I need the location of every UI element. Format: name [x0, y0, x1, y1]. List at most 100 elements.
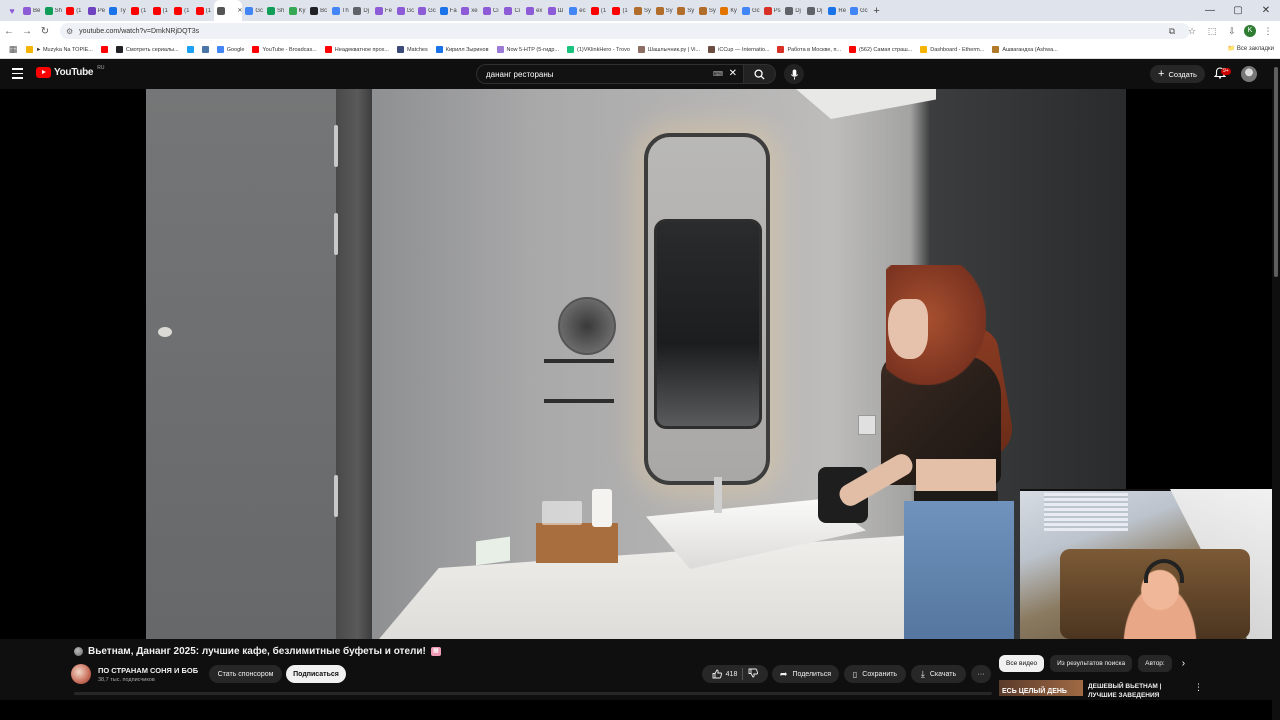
bookmark-item[interactable]: (1)VKlinkHero - Trovo: [563, 43, 634, 57]
browser-tab[interactable]: Ci: [501, 0, 523, 21]
filter-chip[interactable]: Все видео: [999, 655, 1045, 672]
recommended-video-title[interactable]: ДЕШЕВЫЙ ВЬЕТНАМ | ЛУЧШИЕ ЗАВЕДЕНИЯ: [1088, 682, 1178, 700]
browser-tab[interactable]: Ps: [761, 0, 783, 21]
save-button[interactable]: ▯ Сохранить: [844, 665, 906, 683]
profile-avatar[interactable]: K: [1244, 25, 1256, 37]
subscribe-button[interactable]: Подписаться: [286, 665, 346, 683]
browser-tab[interactable]: Be: [20, 0, 42, 21]
browser-tab[interactable]: Ky: [286, 0, 308, 21]
browser-tab[interactable]: Dj: [804, 0, 826, 21]
tab-search-icon[interactable]: ♥: [4, 6, 20, 16]
menu-icon[interactable]: [12, 68, 23, 79]
more-actions-button[interactable]: ···: [971, 665, 991, 683]
browser-tab[interactable]: Sy: [653, 0, 675, 21]
browser-tab[interactable]: Dj: [350, 0, 372, 21]
browser-tab[interactable]: (1: [150, 0, 172, 21]
join-sponsor-button[interactable]: Стать спонсором: [209, 665, 282, 683]
address-bar[interactable]: ⚙ youtube.com/watch?v=DmkNRjDQT3s: [60, 23, 1190, 39]
bookmark-item[interactable]: [97, 43, 112, 57]
extensions-icon[interactable]: ⬚: [1204, 23, 1220, 39]
bookmark-item[interactable]: iCCup — Internatio...: [704, 43, 773, 57]
video-progress-bar[interactable]: [74, 692, 992, 695]
chrome-menu-icon[interactable]: ⋮: [1260, 23, 1276, 39]
search-button[interactable]: [744, 64, 776, 84]
install-app-icon[interactable]: ⧉: [1164, 23, 1180, 39]
chips-next-arrow-icon[interactable]: ›: [1182, 658, 1185, 669]
browser-tab[interactable]: Fe: [372, 0, 394, 21]
account-avatar[interactable]: [1241, 66, 1257, 82]
browser-tab[interactable]: Pe: [85, 0, 107, 21]
browser-tab[interactable]: Sh: [264, 0, 286, 21]
dislike-button[interactable]: [748, 668, 759, 680]
create-button[interactable]: + Создать: [1150, 65, 1205, 83]
browser-tab[interactable]: Ty: [106, 0, 128, 21]
browser-tab[interactable]: Th: [329, 0, 351, 21]
recommended-video-thumbnail[interactable]: ЕСЬ ЦЕЛЫЙ ДЕНЬ: [999, 680, 1083, 696]
like-button[interactable]: 418: [712, 669, 737, 679]
bookmark-item[interactable]: Ашвагандха (Ashwa...: [988, 43, 1061, 57]
bookmark-item[interactable]: Now 5-HTP (5-гидр...: [493, 43, 564, 57]
bookmark-item[interactable]: YouTube - Broadcas...: [248, 43, 320, 57]
browser-tab[interactable]: Ку: [717, 0, 739, 21]
bookmark-item[interactable]: ► Muzyka Na TOPIE...: [22, 43, 97, 57]
browser-tab[interactable]: Sh: [42, 0, 64, 21]
bookmark-item[interactable]: Кирилл Зыринов: [432, 43, 493, 57]
voice-search-button[interactable]: [784, 64, 804, 84]
scrollbar-thumb[interactable]: [1274, 67, 1278, 277]
bookmark-item[interactable]: Смотреть сериалы...: [112, 43, 183, 57]
bookmark-item[interactable]: Matches: [393, 43, 432, 57]
browser-tab[interactable]: Ш: [545, 0, 567, 21]
browser-tab[interactable]: ec: [566, 0, 588, 21]
maximize-button[interactable]: ▢: [1224, 0, 1252, 21]
downloads-icon[interactable]: ⇩: [1224, 23, 1240, 39]
browser-tab[interactable]: Sy: [674, 0, 696, 21]
browser-tab[interactable]: (1: [128, 0, 150, 21]
bookmark-item[interactable]: Работа в Москве, п...: [773, 43, 845, 57]
minimize-button[interactable]: —: [1196, 0, 1224, 21]
browser-tab-active[interactable]: ✕: [214, 0, 243, 21]
bookmark-item[interactable]: Dashboard - Etherm...: [916, 43, 988, 57]
browser-tab[interactable]: Sy: [696, 0, 718, 21]
reload-icon[interactable]: ↻: [36, 26, 54, 37]
browser-tab[interactable]: ex: [523, 0, 545, 21]
apps-grid-icon[interactable]: ▦: [4, 44, 22, 55]
close-window-button[interactable]: ✕: [1252, 0, 1280, 21]
browser-tab[interactable]: (1: [193, 0, 215, 21]
bookmark-star-icon[interactable]: ☆: [1184, 23, 1200, 39]
browser-tab[interactable]: Gc: [415, 0, 437, 21]
channel-avatar[interactable]: [71, 664, 91, 684]
bookmark-item[interactable]: [198, 43, 213, 57]
browser-tab[interactable]: Gc: [847, 0, 869, 21]
all-bookmarks-folder[interactable]: 📁 Все закладки: [1228, 45, 1274, 52]
browser-tab[interactable]: (1: [63, 0, 85, 21]
bookmark-item[interactable]: [183, 43, 198, 57]
filter-chip[interactable]: Из результатов поиска: [1050, 655, 1133, 672]
browser-tab[interactable]: Dj: [782, 0, 804, 21]
browser-tab[interactable]: xe: [458, 0, 480, 21]
share-button[interactable]: ➦ Поделиться: [772, 665, 839, 683]
browser-tab[interactable]: Gc: [739, 0, 761, 21]
filter-chip[interactable]: Автор:: [1138, 655, 1172, 672]
browser-tab[interactable]: Fa: [437, 0, 459, 21]
browser-tab[interactable]: Sy: [631, 0, 653, 21]
back-icon[interactable]: ←: [0, 26, 18, 37]
page-scrollbar[interactable]: [1272, 59, 1280, 720]
forward-icon[interactable]: →: [18, 26, 36, 37]
browser-tab[interactable]: (1: [588, 0, 610, 21]
search-input[interactable]: дананг рестораны ⌨ ✕: [476, 64, 744, 84]
bookmark-item[interactable]: Google: [213, 43, 249, 57]
site-info-icon[interactable]: ⚙: [66, 27, 73, 36]
new-tab-icon[interactable]: +: [869, 5, 885, 17]
video-player[interactable]: [0, 89, 1272, 639]
youtube-logo[interactable]: YouTube RU: [36, 65, 104, 78]
bookmark-item[interactable]: Неадекватное прох...: [321, 43, 393, 57]
bookmark-item[interactable]: (562) Самая страш...: [845, 43, 916, 57]
download-button[interactable]: ⤓ Скачать: [911, 665, 966, 683]
browser-tab[interactable]: Gc: [242, 0, 264, 21]
browser-tab[interactable]: Bc: [307, 0, 329, 21]
keyboard-icon[interactable]: ⌨: [713, 70, 723, 78]
browser-tab[interactable]: (1: [609, 0, 631, 21]
browser-tab[interactable]: Gc: [394, 0, 416, 21]
browser-tab[interactable]: Re: [825, 0, 847, 21]
browser-tab[interactable]: Ci: [480, 0, 502, 21]
